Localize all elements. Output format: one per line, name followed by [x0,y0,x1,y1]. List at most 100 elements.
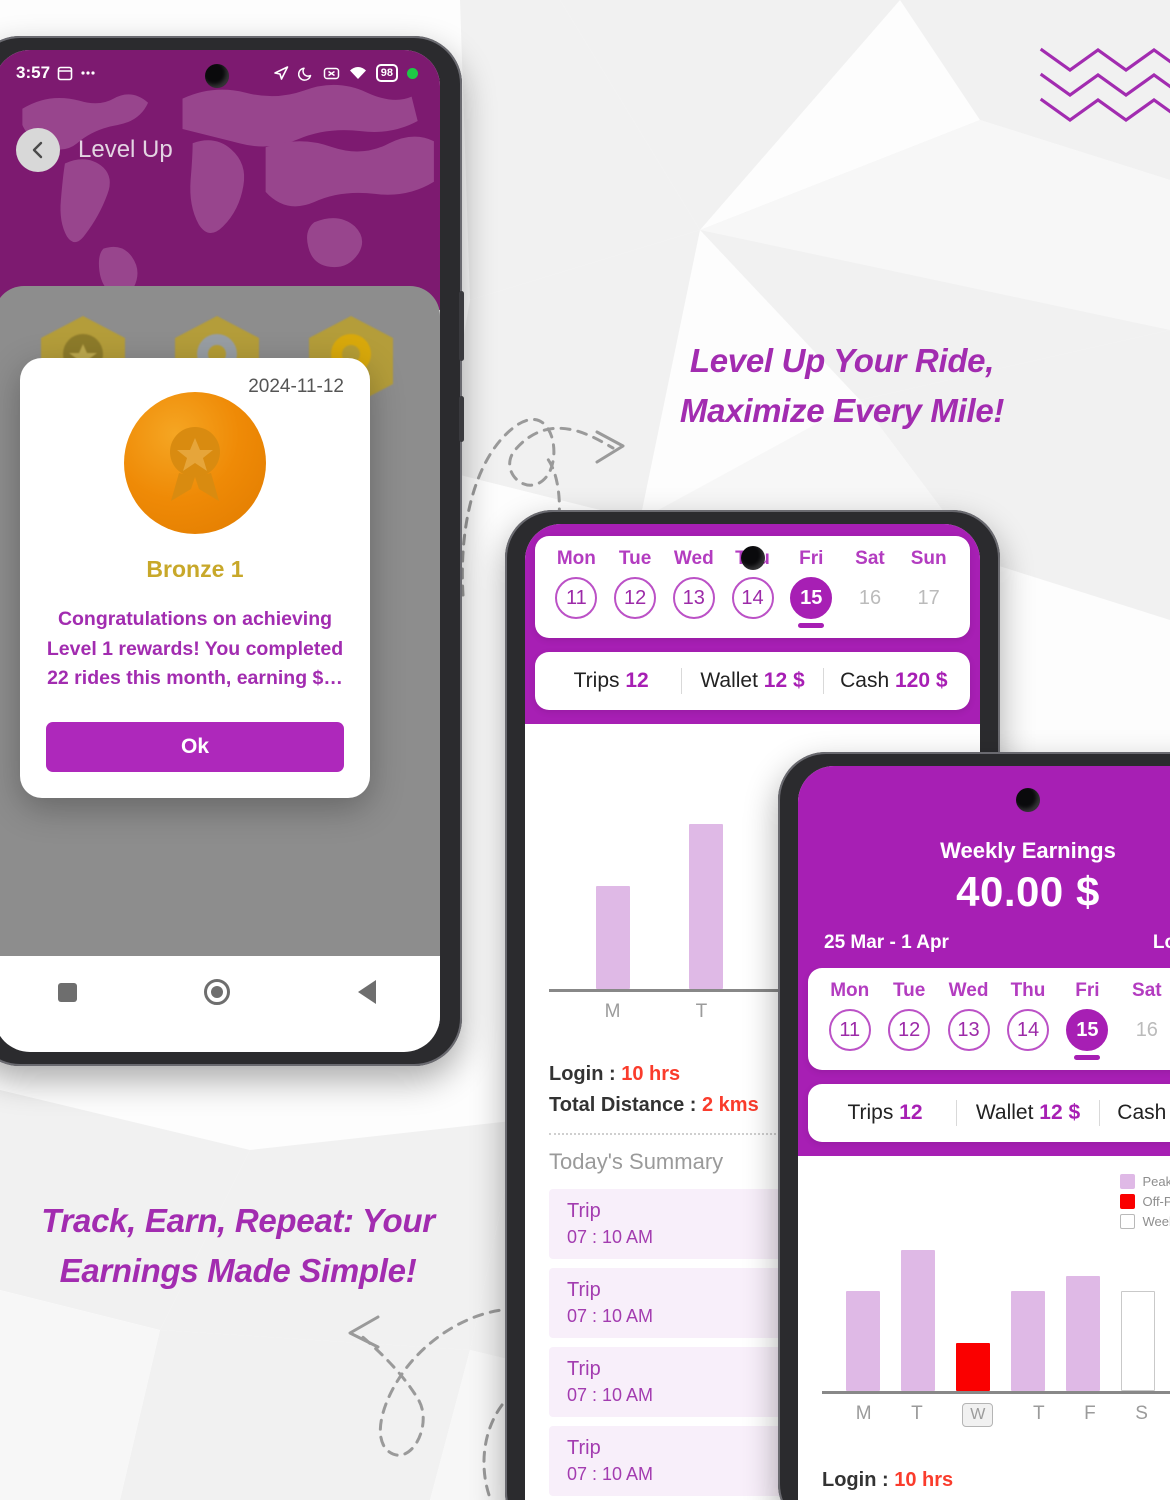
metric-login: Login : 10 hrs [822,1469,954,1491]
x-label: T [911,1403,923,1424]
weekday-label: Wed [948,980,989,1001]
bar-peak [901,1250,936,1391]
phone-mockup-weekly-earnings: Weekly Earnings 40.00 $ 25 Mar - 1 Apr L… [778,752,1170,1500]
record-dot-icon [407,67,418,79]
dashed-arrow-bottom [348,1307,518,1500]
bar-peak [1065,1276,1100,1391]
day-number: 14 [1006,1009,1049,1051]
bar-column [1010,1291,1045,1391]
stats-row: Trips 12 Wallet 12 $ Cash 120 $ [808,1084,1170,1142]
weekday-label: Mon [556,548,596,569]
legend-label: Weekend Rides [1142,1214,1170,1229]
award-ribbon-icon [170,427,220,501]
dialog-level-title: Bronze 1 [146,556,244,582]
weekday-label: Fri [799,548,824,569]
selected-day-underline [798,623,825,628]
back-triangle-icon[interactable] [358,980,377,1004]
stat-trips: Trips 12 [573,669,649,692]
bar-offpeak [956,1343,991,1391]
legend-label: Peak Rides [1142,1174,1170,1189]
weekday-label: Sat [855,548,885,569]
dialog-medal [124,392,266,534]
week-selector[interactable]: Mon Tue Wed Thu Fri Sat Sun 11 12 13 14 … [808,968,1170,1070]
legend-swatch-weekend [1120,1214,1136,1229]
weekday-label: Thu [1010,980,1046,1001]
camera-punch-hole [205,64,229,88]
weekday-label: Fri [1075,980,1100,1001]
day-cell[interactable]: 17 [899,570,958,628]
day-cell[interactable]: 16 [1117,1002,1170,1060]
weekday-numbers: 11 12 13 14 15 16 17 [820,1002,1170,1060]
home-circle-icon[interactable] [204,979,231,1005]
stat-value: 12 [625,669,649,692]
day-cell[interactable]: 13 [939,1002,998,1060]
recents-square-icon[interactable] [57,982,77,1002]
bar-column [1065,1276,1100,1391]
day-number: 14 [731,577,774,619]
bar-column [956,1343,991,1391]
bar-column [596,886,631,989]
stat-value: 12 $ [1039,1101,1081,1124]
x-label: M [855,1403,872,1424]
selected-day-underline [1074,1055,1101,1060]
day-number: 11 [828,1009,871,1051]
dialog-ok-button[interactable]: Ok [46,721,344,772]
bar-peak [1010,1291,1045,1391]
do-not-disturb-icon [297,67,311,81]
day-number: 12 [888,1009,931,1051]
stat-wallet: Wallet 12 $ [700,669,805,692]
day-cell-selected[interactable]: 15 [782,570,841,628]
day-cell[interactable]: 11 [547,570,606,628]
weekday-label: Mon [830,980,870,1001]
camera-punch-hole [1016,788,1040,812]
day-number: 11 [555,577,598,619]
day-cell[interactable]: 16 [841,570,900,628]
day-cell-selected[interactable]: 15 [1058,1002,1117,1060]
weekday-label: Tue [892,980,926,1001]
stat-value: 12 [899,1101,923,1124]
phone-mockup-level-up: 3:57 98 Level Up 2024-11-12 Bronze 1 Con… [0,36,464,1066]
level-up-header: 3:57 98 Level Up [0,50,440,310]
day-cell[interactable]: 12 [879,1002,938,1060]
location-icon [273,66,289,80]
day-number: 17 [917,586,940,609]
stats-row: Trips 12 Wallet 12 $ Cash 120 $ [535,652,970,710]
calendar-icon [57,66,73,81]
day-cell[interactable]: 14 [723,570,782,628]
tagline-bottom: Track, Earn, Repeat: Your Earnings Made … [41,1202,435,1290]
legend-item: Off-Peak Rides [1120,1194,1170,1209]
metric-value: 10 hrs [894,1469,954,1491]
weekday-label: Wed [673,548,714,569]
metric-value: 2 kms [702,1094,759,1116]
bar-weekend [1120,1291,1155,1391]
phone-side-button-power[interactable] [459,396,464,442]
level-up-nav-row: Level Up [0,128,440,172]
x-label: S [1135,1403,1148,1424]
weekday-label: Sat [1132,980,1162,1001]
day-number: 13 [672,577,715,619]
page-title: Level Up [78,136,173,163]
stat-value: 120 $ [894,669,948,692]
x-label: T [1032,1403,1045,1424]
chevron-left-icon [32,141,43,159]
back-button[interactable] [16,128,60,172]
phone-side-button-volume[interactable] [459,291,464,361]
android-navigation-bar [0,956,440,1028]
weekday-label: Tue [618,548,652,569]
bar-column [901,1250,936,1391]
day-cell[interactable]: 12 [606,570,665,628]
bar-peak [596,886,631,989]
more-icon [81,71,95,75]
dialog-message: Congratulations on achieving Level 1 rew… [46,608,344,690]
phone3-content: Peak Rides Off-Peak Rides Weekend Rides [798,1156,1170,1492]
day-cell[interactable]: 13 [664,570,723,628]
date-range: 25 Mar - 1 Apr [824,932,949,953]
chart-x-labels: M T W T F S S [822,1403,1170,1427]
legend-item: Peak Rides [1120,1174,1170,1189]
weekly-earnings-hero: Weekly Earnings 40.00 $ 25 Mar - 1 Apr L… [798,766,1170,968]
legend-item: Weekend Rides [1120,1214,1170,1229]
day-cell[interactable]: 14 [998,1002,1057,1060]
day-cell[interactable]: 11 [820,1002,879,1060]
wifi-icon [349,66,366,79]
day-number: 16 [1135,1018,1158,1041]
